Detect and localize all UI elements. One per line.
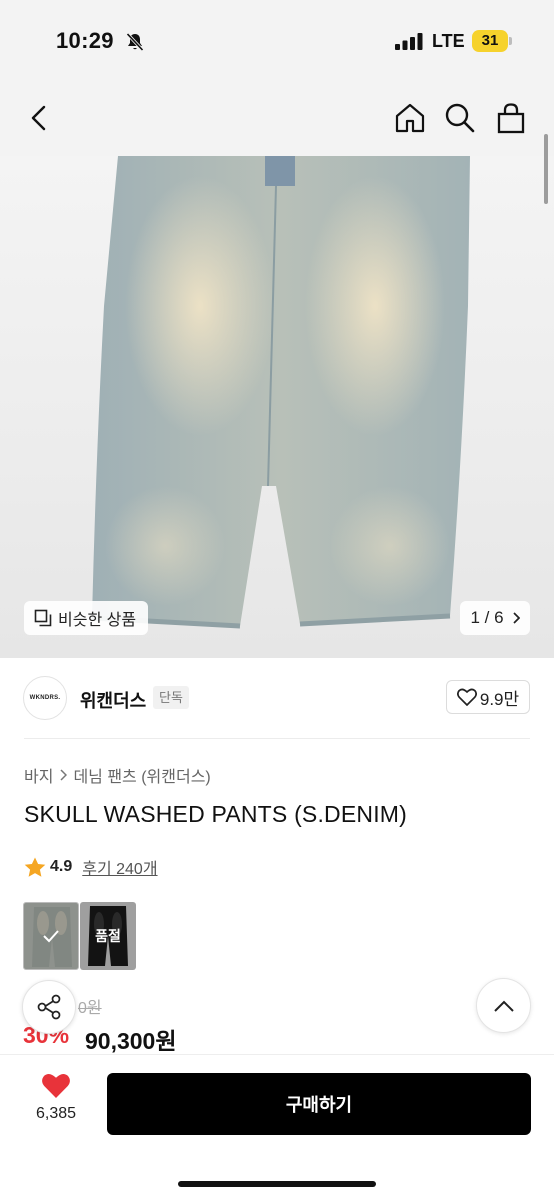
heart-outline-icon [456,688,477,706]
sale-price: 90,300원 [85,1028,177,1054]
brand-like-button[interactable]: 9.9만 [446,680,530,714]
chevron-right-icon [512,612,520,624]
home-indicator[interactable] [178,1181,376,1187]
chevron-up-icon [493,1000,514,1012]
denim-pants-illustration [91,156,470,629]
soldout-label: 품절 [80,902,136,970]
product-image[interactable] [0,156,554,658]
home-icon[interactable] [394,102,426,134]
brand-like-count: 9.9만 [479,689,520,709]
buy-button[interactable]: 구매하기 [107,1073,531,1135]
breadcrumb-item[interactable]: 데님 팬츠 (위캔더스) [73,763,210,787]
brand-row: WKNDRS. 위캔더스 단독 9.9만 [0,668,554,730]
search-icon[interactable] [444,102,476,134]
color-option-selected[interactable] [23,902,79,970]
signal-icon [395,33,423,50]
exclusive-badge: 단독 [153,686,189,709]
star-icon [24,857,46,877]
page-count: 1 / 6 [470,608,504,627]
back-icon[interactable] [24,102,56,134]
review-link[interactable]: 후기 240개 [82,855,157,879]
breadcrumb-item[interactable]: 바지 [24,763,53,787]
rating-value: 4.9 [50,858,73,875]
brand-name[interactable]: 위캔더스 [80,687,146,713]
similar-products-button[interactable]: 비슷한 상품 [24,601,149,635]
checkmark-icon [43,930,59,943]
scroll-to-top-button[interactable] [476,978,531,1033]
status-time: 10:29 [56,28,114,53]
selected-overlay [24,903,78,969]
battery-indicator: 31 [472,30,508,52]
divider [24,738,530,739]
original-price: 0원 [78,1000,102,1017]
similar-icon [34,609,52,627]
scroll-indicator[interactable] [544,134,548,204]
battery-tip [509,37,512,45]
product-title: SKULL WASHED PANTS (S.DENIM) [24,801,408,827]
share-icon [37,994,61,1020]
color-option-soldout[interactable]: 품절 [80,902,136,970]
similar-products-label: 비슷한 상품 [58,612,137,629]
rating-row: 4.9 후기 240개 [24,855,158,879]
image-page-indicator[interactable]: 1 / 6 [460,601,530,635]
share-button[interactable] [22,980,76,1034]
heart-filled-icon [42,1074,70,1098]
network-label: LTE [432,31,465,51]
brand-logo[interactable]: WKNDRS. [23,676,67,720]
bell-slash-icon [126,32,144,52]
like-count: 6,385 [35,1105,77,1122]
shopping-bag-icon[interactable] [495,102,527,134]
like-button[interactable]: 6,385 [22,1072,90,1134]
breadcrumb: 바지 데님 팬츠 (위캔더스) [24,763,211,787]
chevron-right-icon [60,769,68,781]
